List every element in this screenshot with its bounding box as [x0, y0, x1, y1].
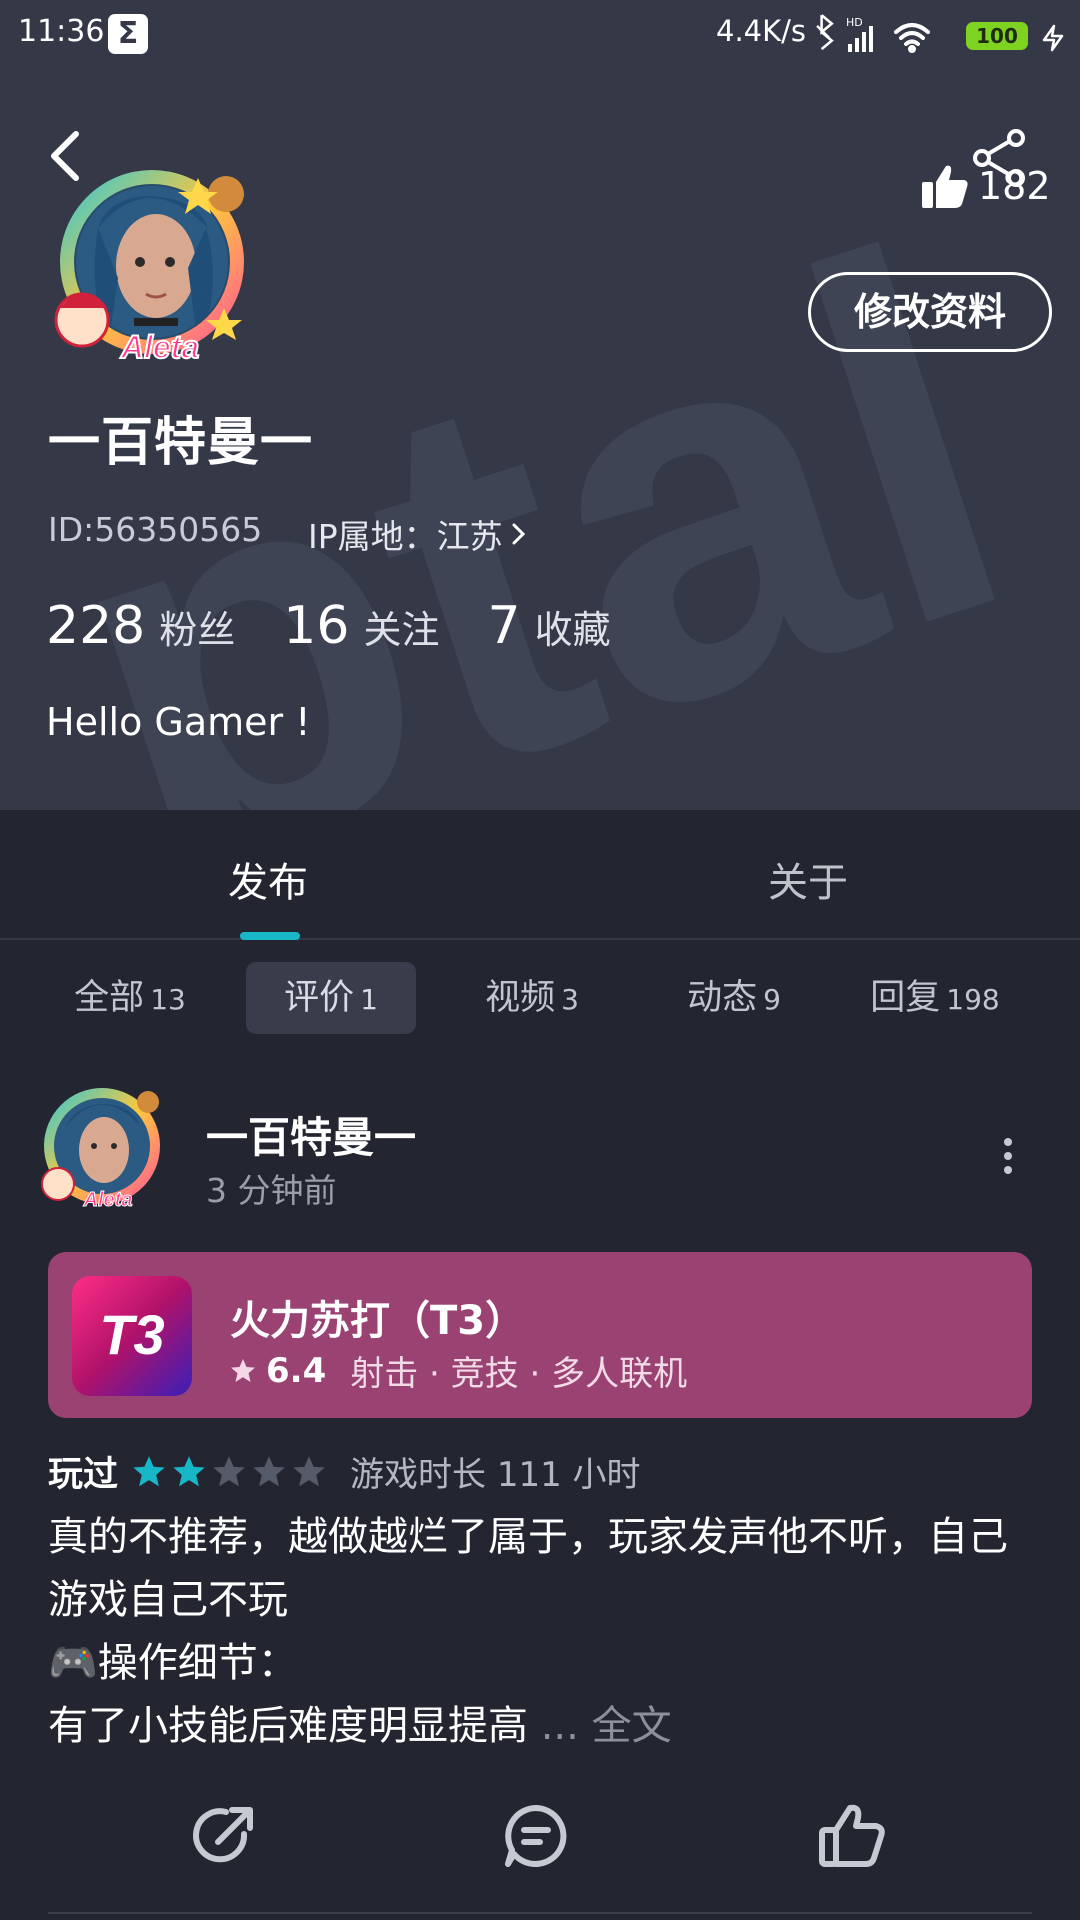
ip-location[interactable]: IP属地：江苏 — [308, 510, 529, 558]
filter-replies[interactable]: 回复 198 — [860, 962, 1010, 1034]
net-speed: 4.4K/s — [716, 14, 807, 48]
profile-bio: Hello Gamer ! — [46, 700, 311, 744]
following-label[interactable]: 关注 — [363, 599, 439, 654]
post-author-avatar[interactable]: Aleta — [36, 1080, 172, 1212]
game-icon: T3 — [72, 1276, 192, 1396]
profile-nickname: 一百特曼一 — [48, 413, 314, 473]
svg-text:Aleta: Aleta — [120, 329, 199, 365]
bluetooth-icon — [816, 14, 834, 51]
likes-counter[interactable]: 182 — [920, 162, 1051, 210]
wifi-icon — [894, 23, 930, 53]
more-vertical-icon[interactable] — [1000, 1136, 1016, 1176]
fans-count[interactable]: 228 — [46, 596, 145, 656]
chevron-right-icon — [512, 523, 525, 545]
ip-location-label: IP属地：江苏 — [308, 517, 503, 556]
battery-icon: 100 — [966, 22, 1028, 50]
favorites-count[interactable]: 7 — [487, 596, 520, 656]
thumbs-up-icon — [922, 165, 968, 208]
comment-icon[interactable] — [500, 1800, 572, 1872]
playtime: 游戏时长 111 小时 — [350, 1455, 641, 1495]
content-filters: 全部 13 评价 1 视频 3 动态 9 回复 198 — [0, 962, 1080, 1034]
svg-text:Aleta: Aleta — [83, 1189, 133, 1211]
rating-row: 玩过 游戏时长 111 小时 — [48, 1446, 641, 1497]
star-icon — [231, 1358, 255, 1382]
game-name: 火力苏打（T3） — [230, 1298, 526, 1344]
ellipsis: ... — [528, 1703, 592, 1749]
star-icon — [213, 1455, 245, 1486]
following-count[interactable]: 16 — [283, 596, 349, 656]
tab-about[interactable]: 关于 — [768, 850, 848, 908]
game-meta: 6.4 射击 · 竞技 · 多人联机 — [230, 1346, 687, 1395]
tab-publish[interactable]: 发布 — [228, 850, 308, 908]
status-icons: HD — [816, 14, 930, 53]
filter-moments-count: 9 — [763, 983, 781, 1016]
likes-count: 182 — [978, 164, 1051, 208]
star-icon — [173, 1455, 205, 1486]
filter-reviews-label: 评价 — [284, 978, 355, 1018]
rating-stars — [132, 1455, 326, 1489]
filter-all-label: 全部 — [74, 978, 145, 1018]
fans-label[interactable]: 粉丝 — [159, 599, 235, 654]
review-text[interactable]: 真的不推荐，越做越烂了属于，玩家发声他不听，自己游戏自己不玩 🎮操作细节： 有了… — [48, 1506, 1038, 1758]
filter-reviews[interactable]: 评价 1 — [246, 962, 416, 1034]
status-bar: 11:36 Σ 4.4K/s HD 100 — [0, 0, 1080, 72]
sigma-icon: Σ — [108, 14, 148, 54]
review-line-2: 🎮操作细节： — [48, 1640, 298, 1686]
divider — [48, 1912, 1032, 1914]
star-icon — [253, 1455, 285, 1486]
signal-icon: HD — [846, 16, 873, 52]
charging-icon — [1042, 24, 1064, 52]
filter-videos[interactable]: 视频 3 — [470, 962, 594, 1034]
review-line-3-text: 有了小技能后难度明显提高 — [48, 1703, 528, 1749]
edit-profile-button[interactable]: 修改资料 — [808, 272, 1052, 352]
status-time: 11:36 — [18, 14, 105, 49]
filter-replies-label: 回复 — [870, 978, 941, 1018]
post-actions — [0, 1800, 1080, 1880]
game-tags: 射击 · 竞技 · 多人联机 — [350, 1354, 688, 1394]
star-icon — [133, 1455, 165, 1486]
filter-replies-count: 198 — [946, 983, 1000, 1016]
filter-all-count: 13 — [150, 983, 186, 1016]
post-time: 3 分钟前 — [206, 1171, 337, 1210]
profile-tabs: 发布 关于 — [0, 810, 1080, 940]
like-icon[interactable] — [816, 1800, 888, 1872]
game-score: 6.4 — [266, 1350, 327, 1391]
share-arrow-icon[interactable] — [188, 1800, 260, 1872]
avatar[interactable]: Aleta — [48, 158, 266, 370]
favorites-label[interactable]: 收藏 — [535, 599, 611, 654]
game-card[interactable]: T3 火力苏打（T3） 6.4 射击 · 竞技 · 多人联机 — [48, 1252, 1032, 1418]
filter-moments[interactable]: 动态 9 — [672, 962, 796, 1034]
review-line-3: 有了小技能后难度明显提高 ... 全文 — [48, 1695, 1038, 1758]
profile-header: ptal 11:36 Σ 4.4K/s HD 100 182 Aleta 一百特… — [0, 0, 1080, 810]
filter-all[interactable]: 全部 13 — [56, 962, 204, 1034]
svg-text:HD: HD — [846, 16, 863, 29]
filter-reviews-count: 1 — [360, 983, 378, 1016]
full-text-link[interactable]: 全文 — [592, 1703, 672, 1749]
played-label: 玩过 — [48, 1455, 119, 1495]
review-line-1: 真的不推荐，越做越烂了属于，玩家发声他不听，自己游戏自己不玩 — [48, 1514, 1008, 1623]
user-id: ID:56350565 — [48, 510, 263, 549]
filter-moments-label: 动态 — [687, 978, 758, 1018]
post-author-name[interactable]: 一百特曼一 — [206, 1104, 416, 1165]
profile-stats: 228 粉丝 16 关注 7 收藏 — [46, 596, 659, 656]
filter-videos-count: 3 — [561, 983, 579, 1016]
filter-videos-label: 视频 — [485, 978, 556, 1018]
active-tab-indicator — [240, 932, 300, 940]
game-icon-text: T3 — [99, 1303, 164, 1366]
star-icon — [293, 1455, 325, 1486]
